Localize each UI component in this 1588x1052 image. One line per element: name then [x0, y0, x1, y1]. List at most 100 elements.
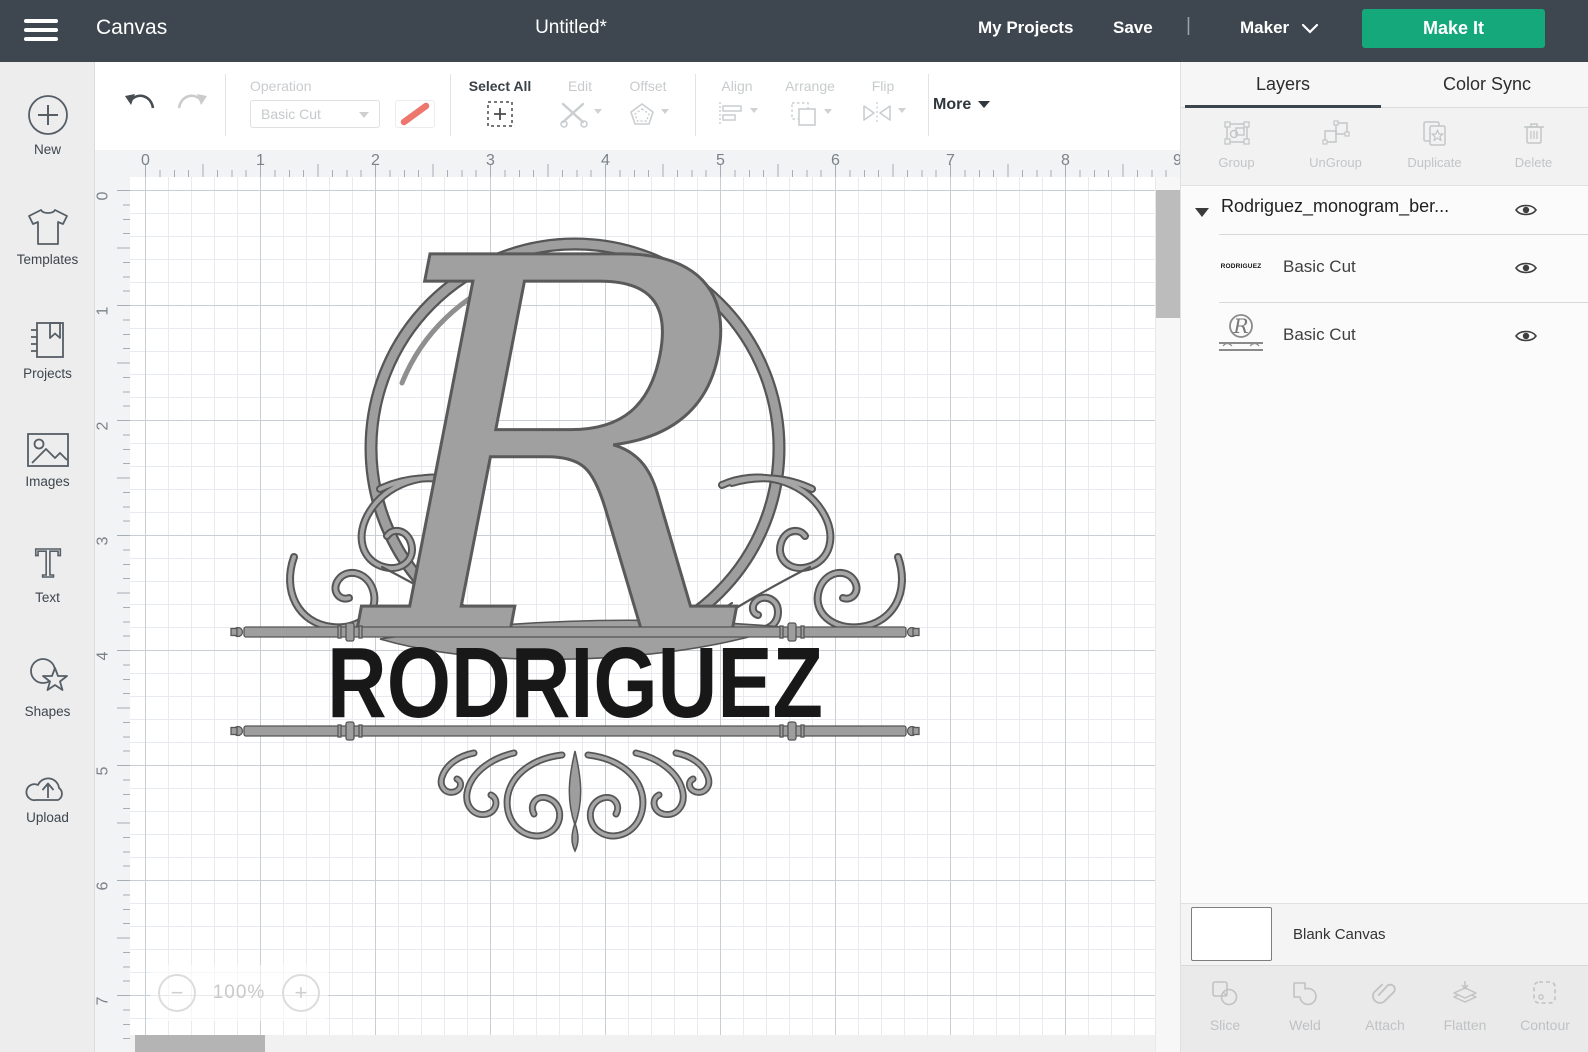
sidebar-item-label: Projects — [23, 366, 72, 381]
flip-button[interactable]: Flip — [843, 78, 923, 126]
zoom-in-button[interactable]: + — [281, 974, 320, 1012]
sidebar-item-new[interactable]: New — [0, 94, 95, 157]
layer-divider — [1219, 302, 1588, 303]
tab-color-sync[interactable]: Color Sync — [1385, 62, 1588, 107]
picture-icon — [26, 433, 69, 467]
weld-button[interactable]: Weld — [1265, 966, 1345, 1052]
chevron-down-icon[interactable] — [1302, 24, 1318, 34]
canvas-menu-label[interactable]: Canvas — [96, 16, 167, 40]
hamburger-menu-icon[interactable] — [24, 19, 58, 43]
chevron-down-icon — [823, 108, 832, 114]
monogram-flourish-bottom — [441, 751, 709, 853]
attach-button[interactable]: Attach — [1345, 966, 1425, 1052]
sidebar-item-label: Text — [35, 590, 60, 605]
undo-icon[interactable] — [123, 90, 157, 120]
redo-icon[interactable] — [175, 90, 209, 120]
horizontal-scrollbar-thumb[interactable] — [135, 1035, 265, 1052]
select-all-icon — [487, 101, 513, 127]
layer-thumbnail-text[interactable]: RODRIGUEZ — [1215, 250, 1267, 282]
monogram-name-text: RODRIGUEZ — [327, 627, 823, 739]
ruler-number: 3 — [486, 152, 495, 169]
tshirt-icon — [27, 209, 68, 245]
delete-button[interactable]: Delete — [1484, 108, 1583, 185]
layer-actions-row: Group UnGroup Duplicate Delete — [1181, 108, 1588, 186]
sidebar-item-shapes[interactable]: Shapes — [0, 656, 95, 719]
more-button[interactable]: More — [933, 96, 991, 114]
sidebar-item-text[interactable]: T Text — [0, 544, 95, 605]
blank-canvas-swatch[interactable] — [1191, 907, 1272, 961]
chevron-down-icon — [749, 107, 758, 113]
align-button[interactable]: Align — [697, 78, 777, 126]
ungroup-button[interactable]: UnGroup — [1286, 108, 1385, 185]
group-button[interactable]: Group — [1187, 108, 1286, 185]
zoom-out-button[interactable]: − — [158, 974, 196, 1012]
project-title: Untitled* — [535, 17, 607, 38]
sidebar-item-upload[interactable]: Upload — [0, 768, 95, 825]
make-it-button[interactable]: Make It — [1362, 9, 1545, 48]
vertical-scrollbar[interactable] — [1155, 177, 1180, 1052]
toolbar-divider — [695, 74, 696, 136]
layer-row[interactable]: Basic Cut — [1283, 325, 1356, 345]
contour-icon — [1533, 981, 1556, 1004]
ruler-number: 6 — [94, 881, 112, 891]
design-canvas[interactable]: R RODRIGUEZ − 100% + — [130, 177, 1180, 1052]
sidebar-item-label: Upload — [26, 810, 69, 825]
eye-visibility-icon[interactable] — [1515, 202, 1537, 218]
blank-canvas-label: Blank Canvas — [1293, 926, 1386, 943]
sidebar-item-templates[interactable]: Templates — [0, 208, 95, 267]
machine-select[interactable]: Maker — [1240, 18, 1289, 38]
offset-button[interactable]: Offset — [608, 78, 688, 128]
notebook-icon — [30, 322, 64, 358]
layer-thumbnail-monogram[interactable]: R — [1215, 312, 1267, 356]
chevron-down-icon — [978, 101, 991, 109]
arrange-icon — [790, 102, 816, 126]
slice-button[interactable]: Slice — [1185, 966, 1265, 1052]
sidebar-item-projects[interactable]: Projects — [0, 320, 95, 381]
operation-dropdown[interactable]: Basic Cut — [250, 100, 380, 128]
group-collapse-caret[interactable] — [1195, 208, 1209, 217]
select-all-button[interactable]: Select All — [460, 78, 540, 128]
ruler-number: 3 — [94, 536, 112, 546]
circle-star-icon — [29, 658, 68, 691]
save-link[interactable]: Save — [1113, 18, 1153, 38]
eye-visibility-icon[interactable] — [1515, 260, 1537, 276]
ruler-number: 4 — [94, 651, 112, 661]
layer-row[interactable]: Basic Cut — [1283, 257, 1356, 277]
topbar-separator: | — [1186, 15, 1191, 36]
layer-bottom-actions: Slice Weld Attach Flatten Contour — [1181, 965, 1588, 1052]
horizontal-scrollbar[interactable] — [130, 1035, 1155, 1052]
vertical-ruler: 0 1 2 3 4 5 6 7 — [94, 177, 130, 1052]
ruler-number: 8 — [1061, 152, 1070, 169]
my-projects-link[interactable]: My Projects — [978, 18, 1073, 38]
eye-visibility-icon[interactable] — [1515, 328, 1537, 344]
contour-button[interactable]: Contour — [1505, 966, 1585, 1052]
vertical-scrollbar-thumb[interactable] — [1156, 190, 1180, 318]
horizontal-ruler: 0 1 2 3 4 5 6 7 8 9 — [95, 150, 1182, 177]
tab-layers[interactable]: Layers — [1181, 62, 1385, 108]
zoom-level: 100% — [212, 982, 266, 1003]
ruler-number: 4 — [601, 152, 610, 169]
monogram-design[interactable]: R RODRIGUEZ — [230, 235, 930, 857]
operation-label: Operation — [250, 78, 312, 94]
sidebar-item-label: Images — [25, 474, 70, 489]
layer-group-title[interactable]: Rodriguez_monogram_ber... — [1221, 196, 1501, 217]
arrange-button[interactable]: Arrange — [770, 78, 850, 128]
top-bar: Canvas Untitled* My Projects Save | Make… — [0, 0, 1588, 62]
chevron-down-icon — [359, 112, 369, 118]
blank-canvas-row: Blank Canvas — [1181, 903, 1588, 965]
ruler-number: 1 — [94, 306, 112, 316]
operation-color-swatch[interactable] — [395, 100, 435, 128]
svg-text:R: R — [1232, 314, 1248, 338]
flip-icon — [862, 102, 891, 124]
sidebar-item-images[interactable]: Images — [0, 432, 95, 489]
svg-text:T: T — [35, 544, 60, 584]
duplicate-button[interactable]: Duplicate — [1385, 108, 1484, 185]
align-icon — [718, 102, 742, 124]
left-sidebar: New Templates Projects Images T Text Sha… — [0, 62, 95, 1052]
flatten-button[interactable]: Flatten — [1425, 966, 1505, 1052]
plus-circle-icon — [27, 95, 68, 135]
cricut-design-space-window: Canvas Untitled* My Projects Save | Make… — [0, 0, 1588, 1052]
ruler-number: 6 — [831, 152, 840, 169]
chevron-down-icon — [593, 108, 602, 114]
chevron-down-icon — [660, 108, 669, 114]
